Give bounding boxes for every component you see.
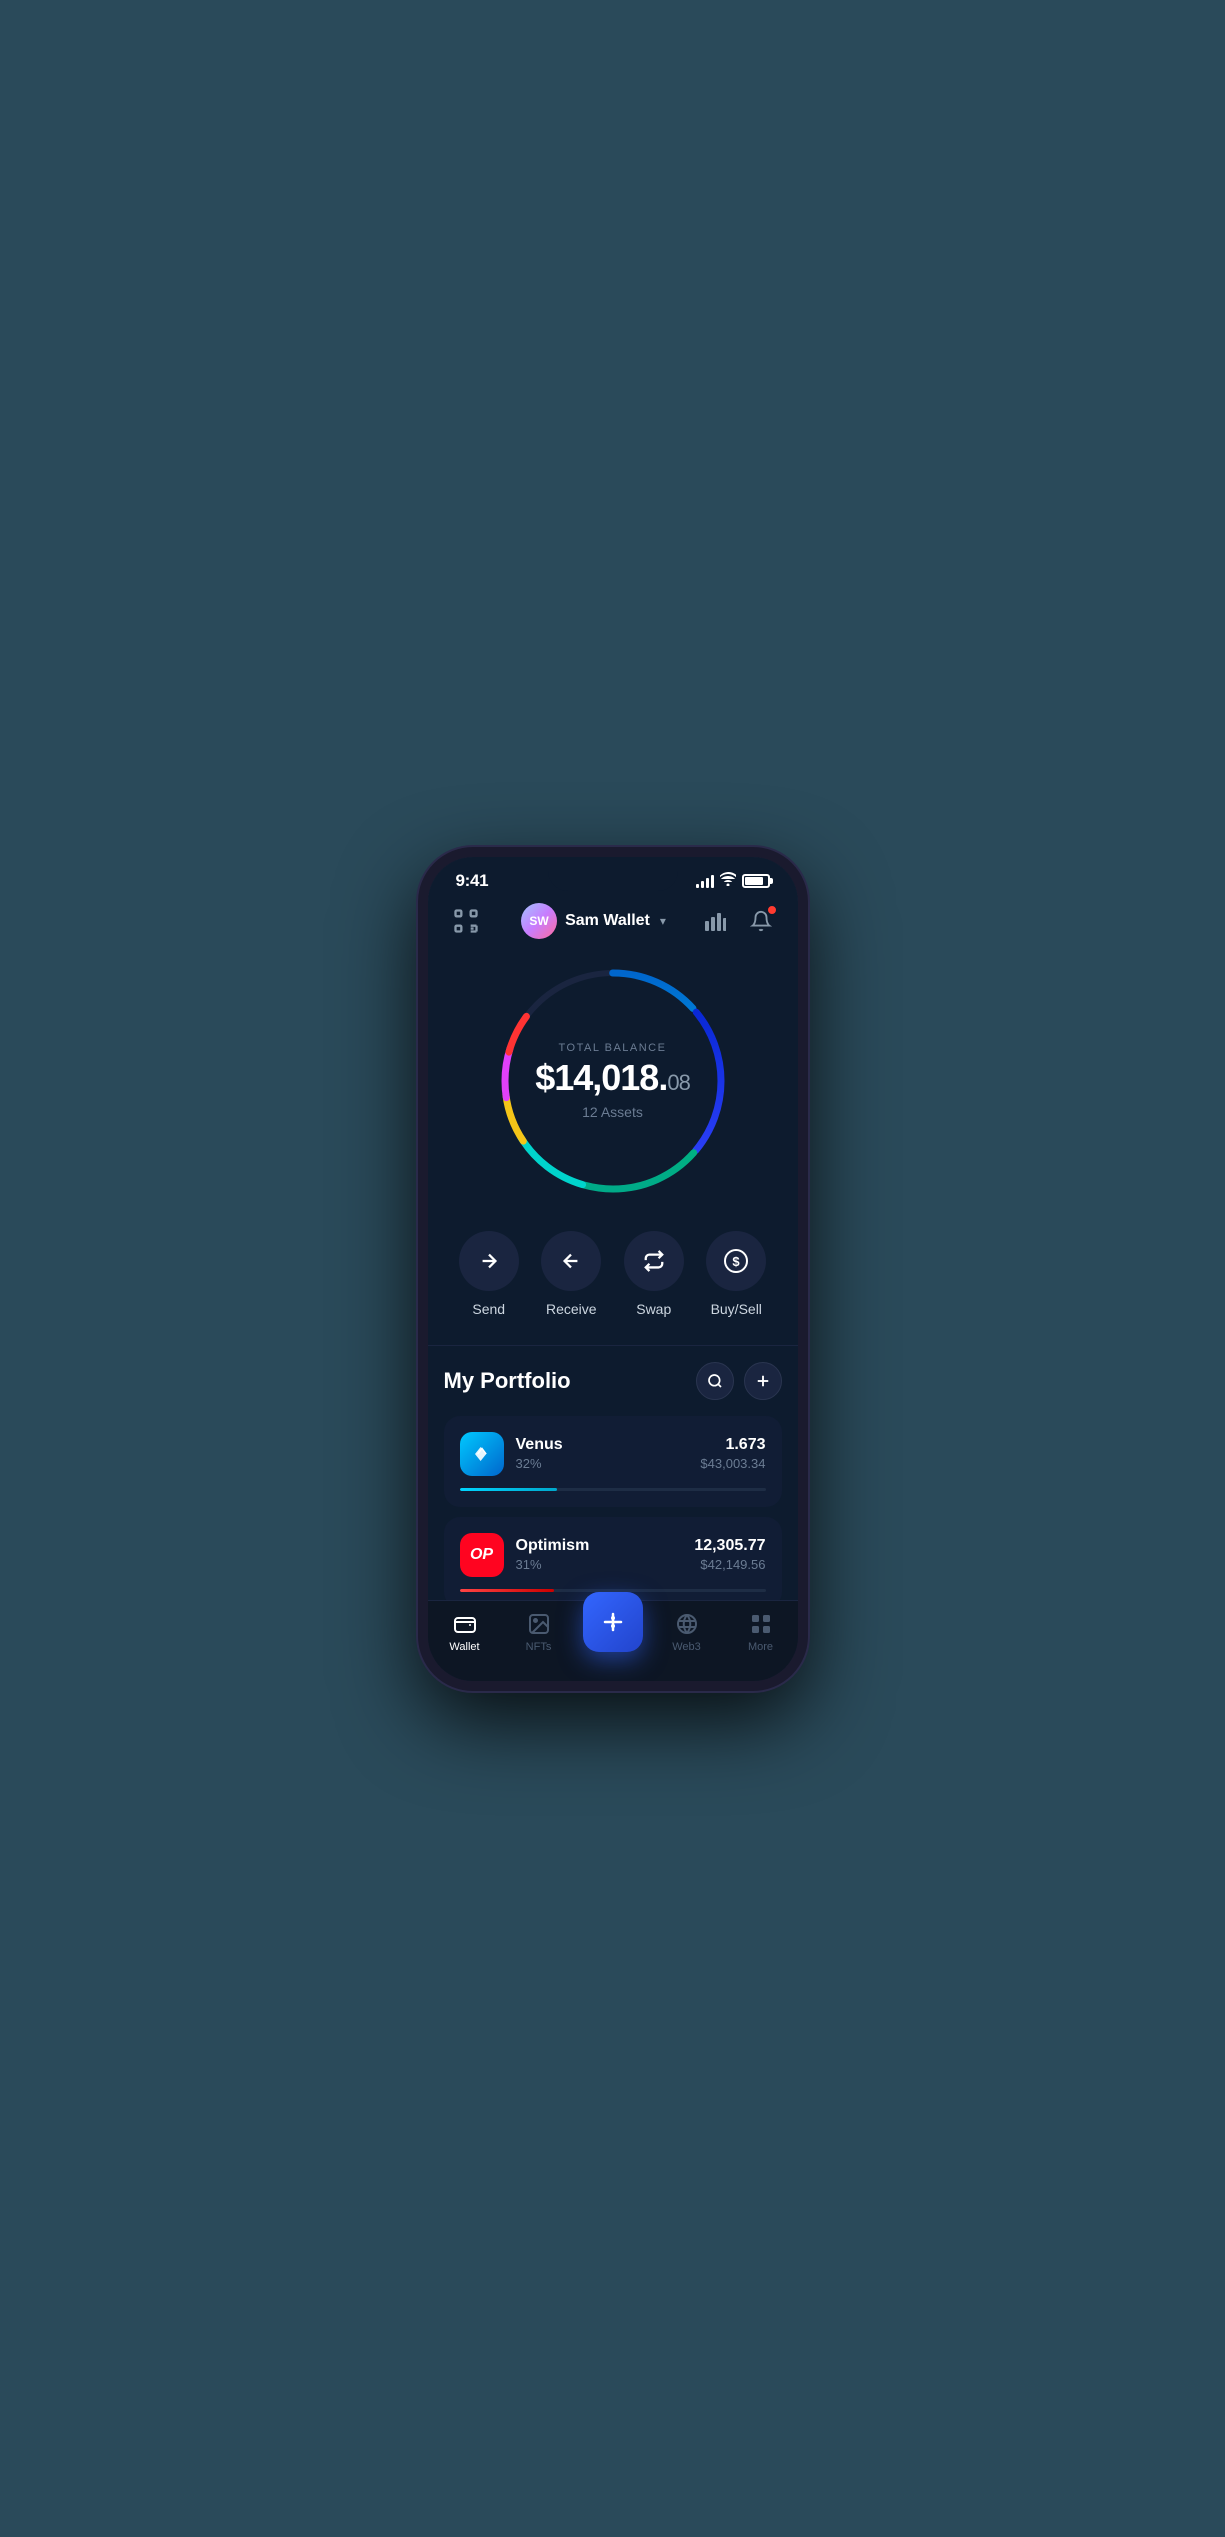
nfts-nav-icon [526,1611,552,1637]
avatar: SW [521,903,557,939]
venus-percent: 32% [516,1456,563,1471]
web3-nav-label: Web3 [672,1641,701,1653]
venus-value: $43,003.34 [700,1456,765,1471]
status-icons [696,872,770,889]
portfolio-title: My Portfolio [444,1368,571,1394]
ring-center: TOTAL BALANCE $14,018.08 12 Assets [535,1042,690,1120]
center-action-button[interactable] [583,1592,643,1652]
web3-nav-icon [674,1611,700,1637]
notch [548,857,678,891]
venus-progress-bar [460,1488,766,1491]
send-label: Send [472,1301,505,1317]
more-nav-icon [748,1611,774,1637]
chart-icon[interactable] [699,905,731,937]
notification-badge [767,905,777,915]
balance-section: TOTAL BALANCE $14,018.08 12 Assets [428,951,798,1221]
buysell-label: Buy/Sell [711,1301,762,1317]
wallet-selector[interactable]: SW Sam Wallet ▾ [521,903,666,939]
optimism-icon: OP [460,1533,504,1577]
battery-icon [742,874,770,888]
balance-assets: 12 Assets [535,1104,690,1120]
optimism-name: Optimism [516,1537,590,1555]
receive-button[interactable]: Receive [541,1231,601,1317]
chevron-down-icon: ▾ [660,914,666,928]
scanner-icon[interactable] [448,903,484,939]
portfolio-actions [696,1362,782,1400]
nav-nfts[interactable]: NFTs [509,1611,569,1653]
signal-icon [696,874,714,888]
balance-amount: $14,018.08 [535,1060,690,1096]
bell-icon[interactable] [745,905,777,937]
add-button[interactable] [744,1362,782,1400]
receive-label: Receive [546,1301,597,1317]
wallet-nav-icon [452,1611,478,1637]
search-button[interactable] [696,1362,734,1400]
svg-text:$: $ [733,1254,741,1269]
divider [428,1345,798,1346]
asset-card-venus[interactable]: Venus 32% 1.673 $43,003.34 [444,1416,782,1507]
header: SW Sam Wallet ▾ [428,891,798,951]
balance-label: TOTAL BALANCE [535,1042,690,1054]
phone-frame: 9:41 [418,847,808,1691]
portfolio-header: My Portfolio [444,1362,782,1400]
swap-label: Swap [636,1301,671,1317]
optimism-percent: 31% [516,1557,590,1572]
more-nav-label: More [748,1641,773,1653]
optimism-amount: 12,305.77 [694,1537,765,1555]
venus-name: Venus [516,1436,563,1454]
venus-amount: 1.673 [700,1436,765,1454]
nfts-nav-label: NFTs [526,1641,552,1653]
swap-button[interactable]: Swap [624,1231,684,1317]
action-buttons: Send Receive [428,1221,798,1337]
send-button[interactable]: Send [459,1231,519,1317]
phone-screen: 9:41 [428,857,798,1681]
balance-ring: TOTAL BALANCE $14,018.08 12 Assets [493,961,733,1201]
bottom-nav: Wallet NFTs [428,1600,798,1681]
buysell-button[interactable]: $ Buy/Sell [706,1231,766,1317]
optimism-value: $42,149.56 [694,1557,765,1572]
wallet-nav-label: Wallet [449,1641,479,1653]
battery-fill [745,877,764,885]
wallet-name: Sam Wallet [565,912,650,930]
header-right [699,905,777,937]
venus-icon [460,1432,504,1476]
nav-web3[interactable]: Web3 [657,1611,717,1653]
status-time: 9:41 [456,871,489,891]
wifi-icon [720,872,736,889]
nav-more[interactable]: More [731,1611,791,1653]
nav-wallet[interactable]: Wallet [435,1611,495,1653]
